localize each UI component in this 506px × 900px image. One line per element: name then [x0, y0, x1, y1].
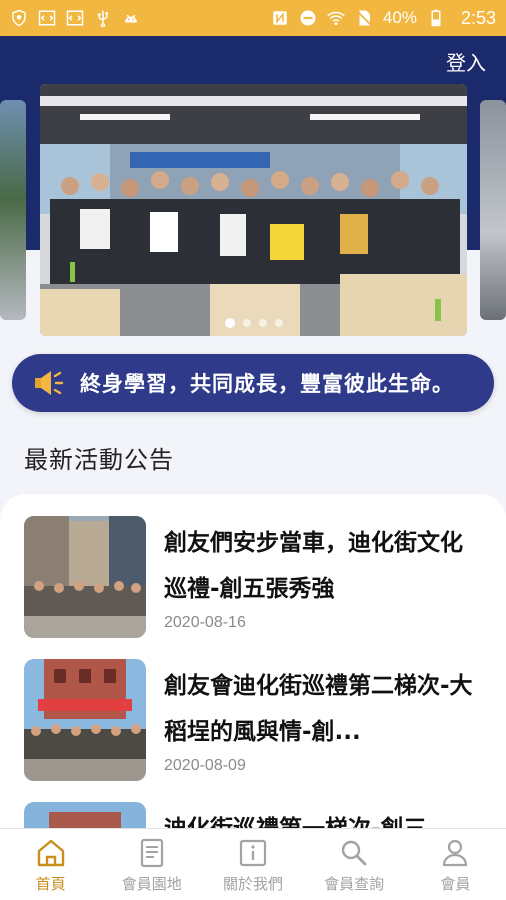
nav-label: 會員園地: [121, 874, 182, 893]
list-item[interactable]: 創友會迪化街巡禮第二梯次-大稻埕的風與情-創... 2020-08-09: [0, 637, 506, 781]
person-icon: [443, 839, 468, 866]
document-icon: [140, 838, 163, 867]
no-sim-icon: [355, 9, 373, 27]
bottom-navigation: 首頁 會員園地 關於我們 會員查詢 會員: [0, 828, 506, 900]
carousel-dot[interactable]: [224, 318, 235, 328]
status-bar: 40% 2:53: [0, 0, 506, 36]
wifi-icon: [327, 9, 345, 27]
news-thumbnail: [24, 516, 146, 638]
news-title: 創友會迪化街巡禮第二梯次-大稻埕的風與情-創...: [164, 673, 473, 745]
carousel-dot[interactable]: [258, 319, 267, 327]
carousel-image[interactable]: [40, 84, 467, 336]
shield-icon: [10, 9, 28, 27]
news-title: 創友們安步當車，迪化街文化巡禮-創五張秀強: [164, 530, 463, 602]
nav-home[interactable]: 首頁: [1, 836, 101, 894]
nfc-icon: [271, 9, 289, 27]
battery-percent: 40%: [382, 8, 417, 27]
carousel-prev-slide[interactable]: [0, 100, 26, 320]
slogan-text: 終身學習，共同成長，豐富彼此生命。: [80, 372, 454, 396]
news-date: 2020-08-09: [164, 757, 246, 774]
slogan-banner: 終身學習，共同成長，豐富彼此生命。: [12, 354, 494, 412]
nav-member-search[interactable]: 會員查詢: [304, 836, 404, 894]
clock: 2:53: [460, 7, 496, 28]
usb-icon: [94, 9, 112, 27]
code-icon: [38, 9, 56, 27]
nav-about-us[interactable]: 關於我們: [203, 836, 303, 894]
carousel-next-slide[interactable]: [480, 100, 506, 320]
nav-member[interactable]: 會員: [405, 836, 505, 894]
list-item[interactable]: 創友們安步當車，迪化街文化巡禮-創五張秀強 2020-08-16: [0, 494, 506, 638]
section-title: 最新活動公告: [24, 446, 174, 474]
nav-label: 會員: [440, 874, 471, 893]
home-icon: [37, 839, 64, 866]
nav-label: 首頁: [35, 874, 66, 893]
carousel-indicator: [224, 318, 283, 328]
info-icon: [239, 839, 267, 866]
battery-icon: [427, 9, 445, 27]
carousel-dot[interactable]: [242, 319, 251, 327]
news-list: 創友們安步當車，迪化街文化巡禮-創五張秀強 2020-08-16 創友會迪化街巡…: [0, 494, 506, 834]
android-icon: [122, 9, 140, 27]
group-photo: [40, 84, 467, 336]
carousel-dot[interactable]: [274, 319, 283, 327]
nav-label: 關於我們: [222, 874, 283, 893]
news-thumbnail: [24, 659, 146, 781]
list-item[interactable]: 迪化街巡禮第一梯次-創三: [0, 780, 506, 834]
code-icon: [66, 9, 84, 27]
nav-label: 會員查詢: [324, 874, 385, 893]
nav-member-area[interactable]: 會員園地: [102, 836, 202, 894]
login-button[interactable]: 登入: [446, 47, 486, 76]
do-not-disturb-icon: [299, 9, 317, 27]
megaphone-icon: [35, 371, 64, 395]
search-icon: [341, 840, 367, 865]
news-date: 2020-08-16: [164, 614, 246, 631]
